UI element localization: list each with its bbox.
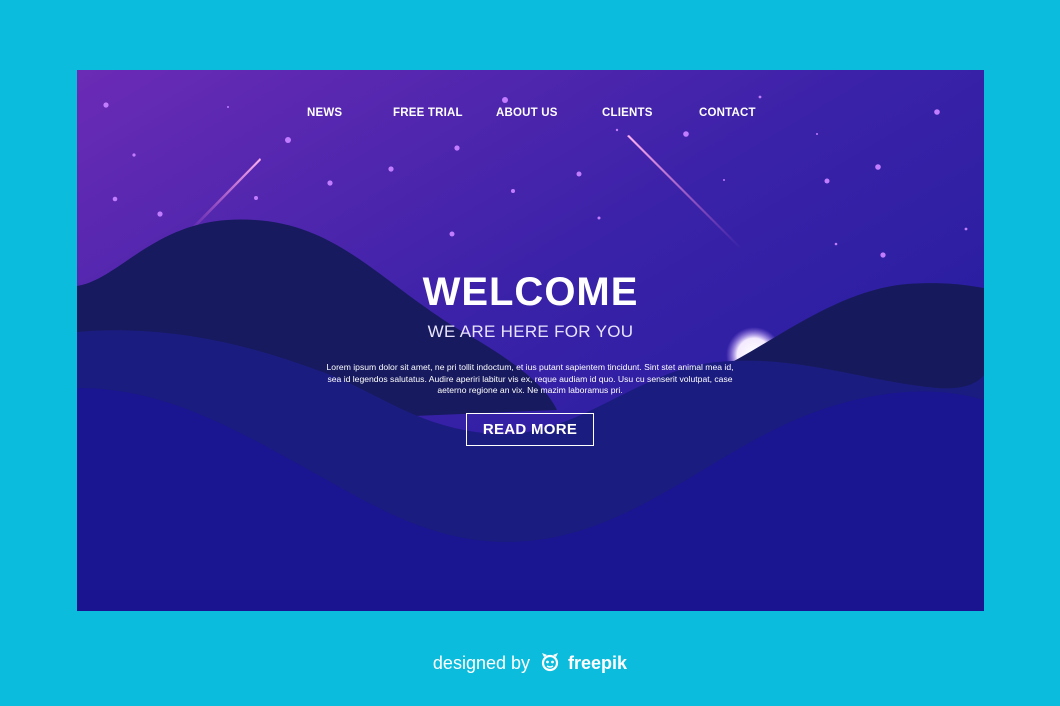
hero-title: WELCOME [422,270,639,314]
read-more-button[interactable]: READ MORE [466,413,594,446]
ground [77,590,984,611]
nav-item-about-us[interactable]: ABOUT US [496,107,558,119]
hero-subtitle: WE ARE HERE FOR YOU [427,322,634,341]
nav-item-news[interactable]: NEWS [307,107,342,119]
attribution: designed by freepik [0,652,1060,677]
hero-description: Lorem ipsum dolor sit amet, ne pri tolli… [326,362,734,396]
nav-item-free-trial[interactable]: FREE TRIAL [393,107,463,119]
nav-item-clients[interactable]: CLIENTS [602,107,653,119]
attribution-brand: freepik [568,653,628,673]
freepik-logo-icon [539,652,561,677]
page-background: NEWS FREE TRIAL ABOUT US CLIENTS CONTACT… [0,0,1060,706]
landing-page-mockup: NEWS FREE TRIAL ABOUT US CLIENTS CONTACT… [77,70,984,611]
nav-item-contact[interactable]: CONTACT [699,107,756,119]
top-navigation: NEWS FREE TRIAL ABOUT US CLIENTS CONTACT [77,107,984,127]
attribution-prefix: designed by [432,653,530,673]
